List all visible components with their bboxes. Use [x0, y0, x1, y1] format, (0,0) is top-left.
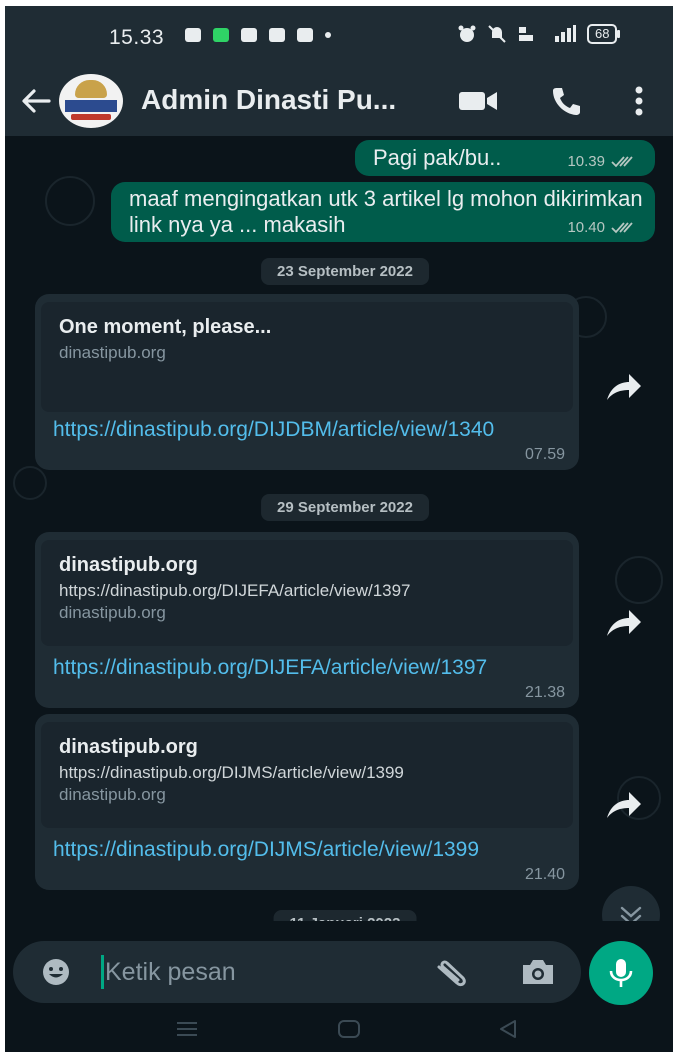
message-link[interactable]: https://dinastipub.org/DIJMS/article/vie…: [53, 838, 553, 862]
mute-icon: [488, 25, 506, 43]
avatar[interactable]: [59, 74, 123, 128]
system-nav-bar: [5, 1006, 673, 1052]
logo-band-shape: [65, 100, 117, 112]
message-input[interactable]: [105, 956, 405, 988]
back-arrow-icon[interactable]: [19, 84, 53, 118]
preview-domain: dinastipub.org: [59, 343, 166, 362]
video-call-icon[interactable]: [457, 88, 499, 114]
voice-call-icon[interactable]: [549, 84, 583, 118]
logo-base-shape: [71, 114, 111, 120]
nav-menu-icon[interactable]: [175, 1020, 199, 1038]
message-meta: 10.40: [567, 219, 637, 236]
signal-icon: [555, 25, 576, 42]
incoming-message[interactable]: dinastipub.org https://dinastipub.org/DI…: [35, 714, 579, 890]
voice-message-button[interactable]: [589, 941, 653, 1005]
message-time: 21.40: [524, 866, 565, 883]
emoji-icon[interactable]: [41, 957, 71, 987]
double-check-icon: [611, 221, 633, 233]
message-time: 10.39: [567, 153, 605, 170]
text-cursor: [101, 955, 104, 989]
wallpaper-doodle: [13, 466, 47, 500]
outgoing-message[interactable]: Pagi pak/bu.. 10.39: [355, 140, 655, 176]
logo-crown-shape: [75, 80, 107, 98]
message-time: 21.38: [524, 684, 565, 701]
link-preview[interactable]: One moment, please... dinastipub.org: [41, 302, 573, 412]
phone-screen: 15.33 68 Admin Dinasti Pu... Pagi pak/bu…: [5, 6, 673, 1052]
link-preview[interactable]: dinastipub.org https://dinastipub.org/DI…: [41, 722, 573, 828]
wallpaper-doodle: [45, 176, 95, 226]
chat-app-icon: [213, 28, 229, 42]
battery-indicator: 68: [587, 24, 621, 44]
preview-domain: dinastipub.org: [59, 603, 166, 622]
nav-home-icon[interactable]: [337, 1019, 361, 1039]
message-composer[interactable]: [13, 941, 581, 1003]
chat-header: Admin Dinasti Pu...: [5, 66, 673, 136]
chat-area[interactable]: Pagi pak/bu.. 10.39 maaf mengingatkan ut…: [5, 136, 673, 921]
email-icon: [269, 28, 285, 42]
link-preview[interactable]: dinastipub.org https://dinastipub.org/DI…: [41, 540, 573, 646]
incoming-message[interactable]: One moment, please... dinastipub.org htt…: [35, 294, 579, 470]
attach-icon[interactable]: [433, 955, 473, 989]
preview-title: dinastipub.org: [59, 554, 198, 576]
system-icons: 68: [457, 24, 621, 44]
forward-icon[interactable]: [603, 604, 643, 644]
message-time: 07.59: [524, 446, 565, 463]
scroll-down-icon: [620, 906, 642, 921]
camera-icon[interactable]: [519, 957, 557, 987]
preview-description: https://dinastipub.org/DIJMS/article/vie…: [59, 763, 404, 782]
camera-app-icon: [241, 28, 257, 42]
scroll-down-button[interactable]: [602, 886, 660, 921]
message-time: 10.40: [567, 219, 605, 236]
shopping-bag-icon: [185, 28, 201, 42]
more-notifications-icon: [325, 32, 331, 38]
date-divider: 29 September 2022: [261, 494, 429, 521]
forward-icon[interactable]: [603, 368, 643, 408]
wallpaper-doodle: [615, 556, 663, 604]
nav-back-icon[interactable]: [497, 1019, 519, 1039]
status-bar: 15.33 68: [5, 6, 673, 66]
incoming-message[interactable]: dinastipub.org https://dinastipub.org/DI…: [35, 532, 579, 708]
preview-description: https://dinastipub.org/DIJEFA/article/vi…: [59, 581, 411, 600]
date-divider: 23 September 2022: [261, 258, 429, 285]
double-check-icon: [611, 155, 633, 167]
preview-title: One moment, please...: [59, 316, 272, 338]
status-time: 15.33: [109, 26, 165, 49]
keyboard-icon: [297, 28, 313, 42]
notification-icons: [185, 28, 331, 42]
preview-domain: dinastipub.org: [59, 785, 166, 804]
volte-icon: [519, 27, 533, 41]
menu-dots-icon[interactable]: [633, 84, 645, 118]
message-meta: 10.39: [567, 153, 637, 170]
date-divider: 11 Januari 2023: [273, 910, 417, 921]
message-text: Pagi pak/bu..: [373, 145, 502, 170]
message-link[interactable]: https://dinastipub.org/DIJDBM/article/vi…: [53, 418, 553, 442]
outgoing-message[interactable]: maaf mengingatkan utk 3 artikel lg mohon…: [111, 182, 655, 242]
contact-name[interactable]: Admin Dinasti Pu...: [141, 84, 396, 116]
message-link[interactable]: https://dinastipub.org/DIJEFA/article/vi…: [53, 656, 553, 680]
alarm-icon: [458, 25, 476, 42]
preview-title: dinastipub.org: [59, 736, 198, 758]
mic-icon: [609, 959, 633, 987]
forward-icon[interactable]: [603, 786, 643, 826]
